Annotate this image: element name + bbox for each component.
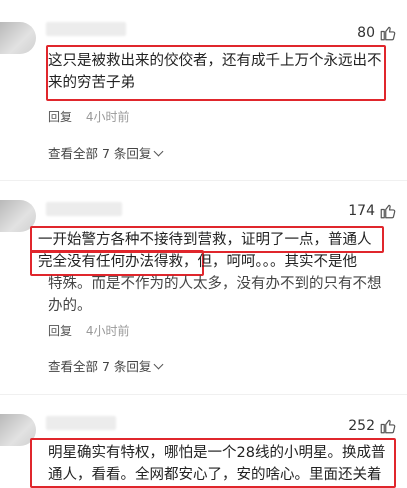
chevron-down-icon xyxy=(153,359,164,370)
username-blurred[interactable] xyxy=(46,202,122,216)
view-replies-link[interactable]: 查看全部 7 条回复 xyxy=(48,143,164,162)
chevron-down-icon xyxy=(153,146,164,157)
thumbs-up-icon[interactable] xyxy=(379,202,397,220)
divider xyxy=(0,394,407,395)
reply-button[interactable]: 回复 xyxy=(48,324,72,338)
thumbs-up-icon[interactable] xyxy=(379,417,397,435)
username-blurred[interactable] xyxy=(46,22,126,36)
comment-meta: 回复 4小时前 xyxy=(48,108,129,125)
comment-text-line-2: 通人，看看。全网都安心了，安的啥心。里面还关着 xyxy=(48,467,382,483)
like-count: 174 xyxy=(348,203,375,219)
like-count: 252 xyxy=(348,418,375,434)
comment-text-line-1: 一开始警方各种不接待到营救，证明了一点，普通人 xyxy=(38,232,372,248)
comment-text-line-3: 特殊。而是不作为的人太多，没有办不到的只有不想 xyxy=(48,276,382,292)
view-replies-link[interactable]: 查看全部 7 条回复 xyxy=(48,356,164,375)
comment-meta: 回复 4小时前 xyxy=(48,322,129,339)
comment-text-line-4: 办的。 xyxy=(48,298,92,314)
reply-button[interactable]: 回复 xyxy=(48,110,72,124)
thumbs-up-icon[interactable] xyxy=(379,24,397,42)
comment-text: 这只是被救出来的佼佼者，还有成千上万个永远出不来的穷苦子弟 xyxy=(48,53,382,91)
comment-text-line-1: 明星确实有特权，哪怕是一个28线的小明星。换成普 xyxy=(48,445,386,461)
view-replies-label: 查看全部 7 条回复 xyxy=(48,359,152,374)
like-count: 80 xyxy=(357,25,375,41)
divider xyxy=(0,180,407,181)
view-replies-label: 查看全部 7 条回复 xyxy=(48,146,152,161)
avatar[interactable] xyxy=(0,22,36,54)
timestamp: 4小时前 xyxy=(85,324,130,338)
username-blurred[interactable] xyxy=(46,416,116,430)
timestamp: 4小时前 xyxy=(85,110,130,124)
comment-text-line-2: 完全没有任何办法得救，但，呵呵。。。其实不是他 xyxy=(38,254,357,270)
